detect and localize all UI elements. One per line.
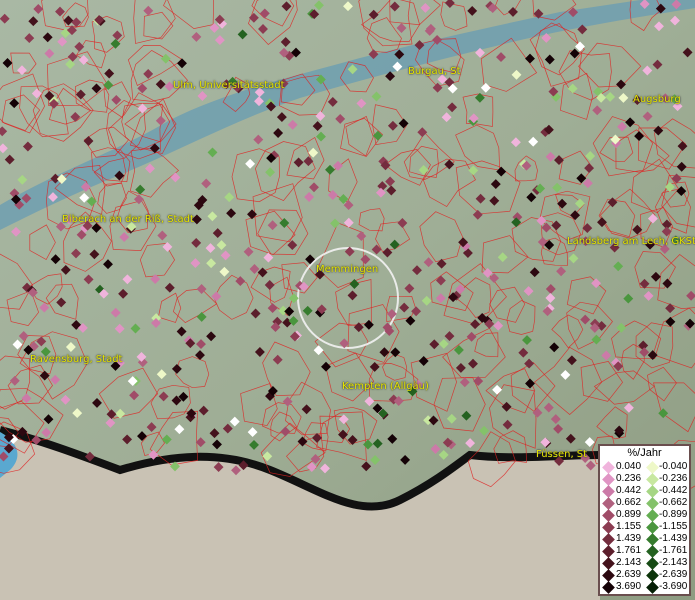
legend-label-negative: -0.236 <box>659 473 688 484</box>
legend-label-negative: -0.442 <box>659 485 688 496</box>
legend-label-negative: -3.690 <box>659 581 688 592</box>
legend-marker-negative <box>646 461 659 474</box>
legend-label-negative: -2.143 <box>659 557 688 568</box>
legend-label-positive: 0.899 <box>616 509 642 520</box>
legend-label-positive: 2.639 <box>616 569 642 580</box>
city-label-ulm: Ulm, Universitätsstadt <box>173 80 285 91</box>
legend-label-positive: 3.690 <box>616 581 642 592</box>
legend-marker-positive <box>602 473 615 486</box>
legend-marker-positive <box>602 569 615 582</box>
legend-label-positive: 1.439 <box>616 533 642 544</box>
legend-marker-positive <box>602 509 615 522</box>
map-view[interactable]: Ulm, Universitätsstadt Burgau, St Augsbu… <box>0 0 695 600</box>
legend-marker-negative <box>646 521 659 534</box>
city-label-fuessen: Füssen, St <box>536 449 588 460</box>
legend-label-negative: -2.639 <box>659 569 688 580</box>
city-label-biberach: Biberach an der Riß, Stadt <box>62 214 194 225</box>
legend-label-negative: -1.155 <box>659 521 688 532</box>
legend-label-negative: -0.662 <box>659 497 688 508</box>
city-label-augsburg: Augsburg <box>633 94 681 105</box>
legend-marker-positive <box>602 545 615 558</box>
legend-label-positive: 0.040 <box>616 461 642 472</box>
city-label-memmingen: Memmingen <box>316 264 379 275</box>
legend-label-negative: -0.899 <box>659 509 688 520</box>
city-label-burgau: Burgau, St <box>408 66 461 77</box>
legend-label-negative: -0.040 <box>659 461 688 472</box>
legend-row: 3.690 -3.690 <box>602 581 692 594</box>
legend-marker-positive <box>602 557 615 570</box>
legend-marker-negative <box>646 569 659 582</box>
city-label-landsberg: Landsberg am Lech, GKSt <box>567 236 695 247</box>
legend-marker-positive <box>602 461 615 474</box>
legend-label-positive: 1.761 <box>616 545 642 556</box>
legend-marker-negative <box>646 509 659 522</box>
legend-marker-negative <box>646 497 659 510</box>
legend-marker-positive <box>602 521 615 534</box>
legend-marker-negative <box>646 581 659 594</box>
legend-marker-positive <box>602 581 615 594</box>
legend-label-positive: 1.155 <box>616 521 642 532</box>
legend-label-negative: -1.439 <box>659 533 688 544</box>
legend-title: %/Jahr <box>627 447 662 459</box>
city-label-ravensburg: Ravensburg, Stadt <box>30 354 123 365</box>
legend-marker-negative <box>646 473 659 486</box>
legend-marker-negative <box>646 557 659 570</box>
legend-label-positive: 0.442 <box>616 485 642 496</box>
city-label-kempten: Kempten (Allgäu) <box>342 381 429 392</box>
map-legend: %/Jahr 0.040 -0.040 0.236 -0.236 0.442 -0.442… <box>598 444 691 596</box>
legend-marker-positive <box>602 497 615 510</box>
map-canvas[interactable] <box>0 0 695 600</box>
legend-marker-positive <box>602 485 615 498</box>
legend-label-positive: 0.236 <box>616 473 642 484</box>
legend-marker-positive <box>602 533 615 546</box>
legend-label-positive: 0.662 <box>616 497 642 508</box>
legend-label-positive: 2.143 <box>616 557 642 568</box>
legend-marker-negative <box>646 485 659 498</box>
legend-marker-negative <box>646 533 659 546</box>
legend-marker-negative <box>646 545 659 558</box>
legend-label-negative: -1.761 <box>659 545 688 556</box>
